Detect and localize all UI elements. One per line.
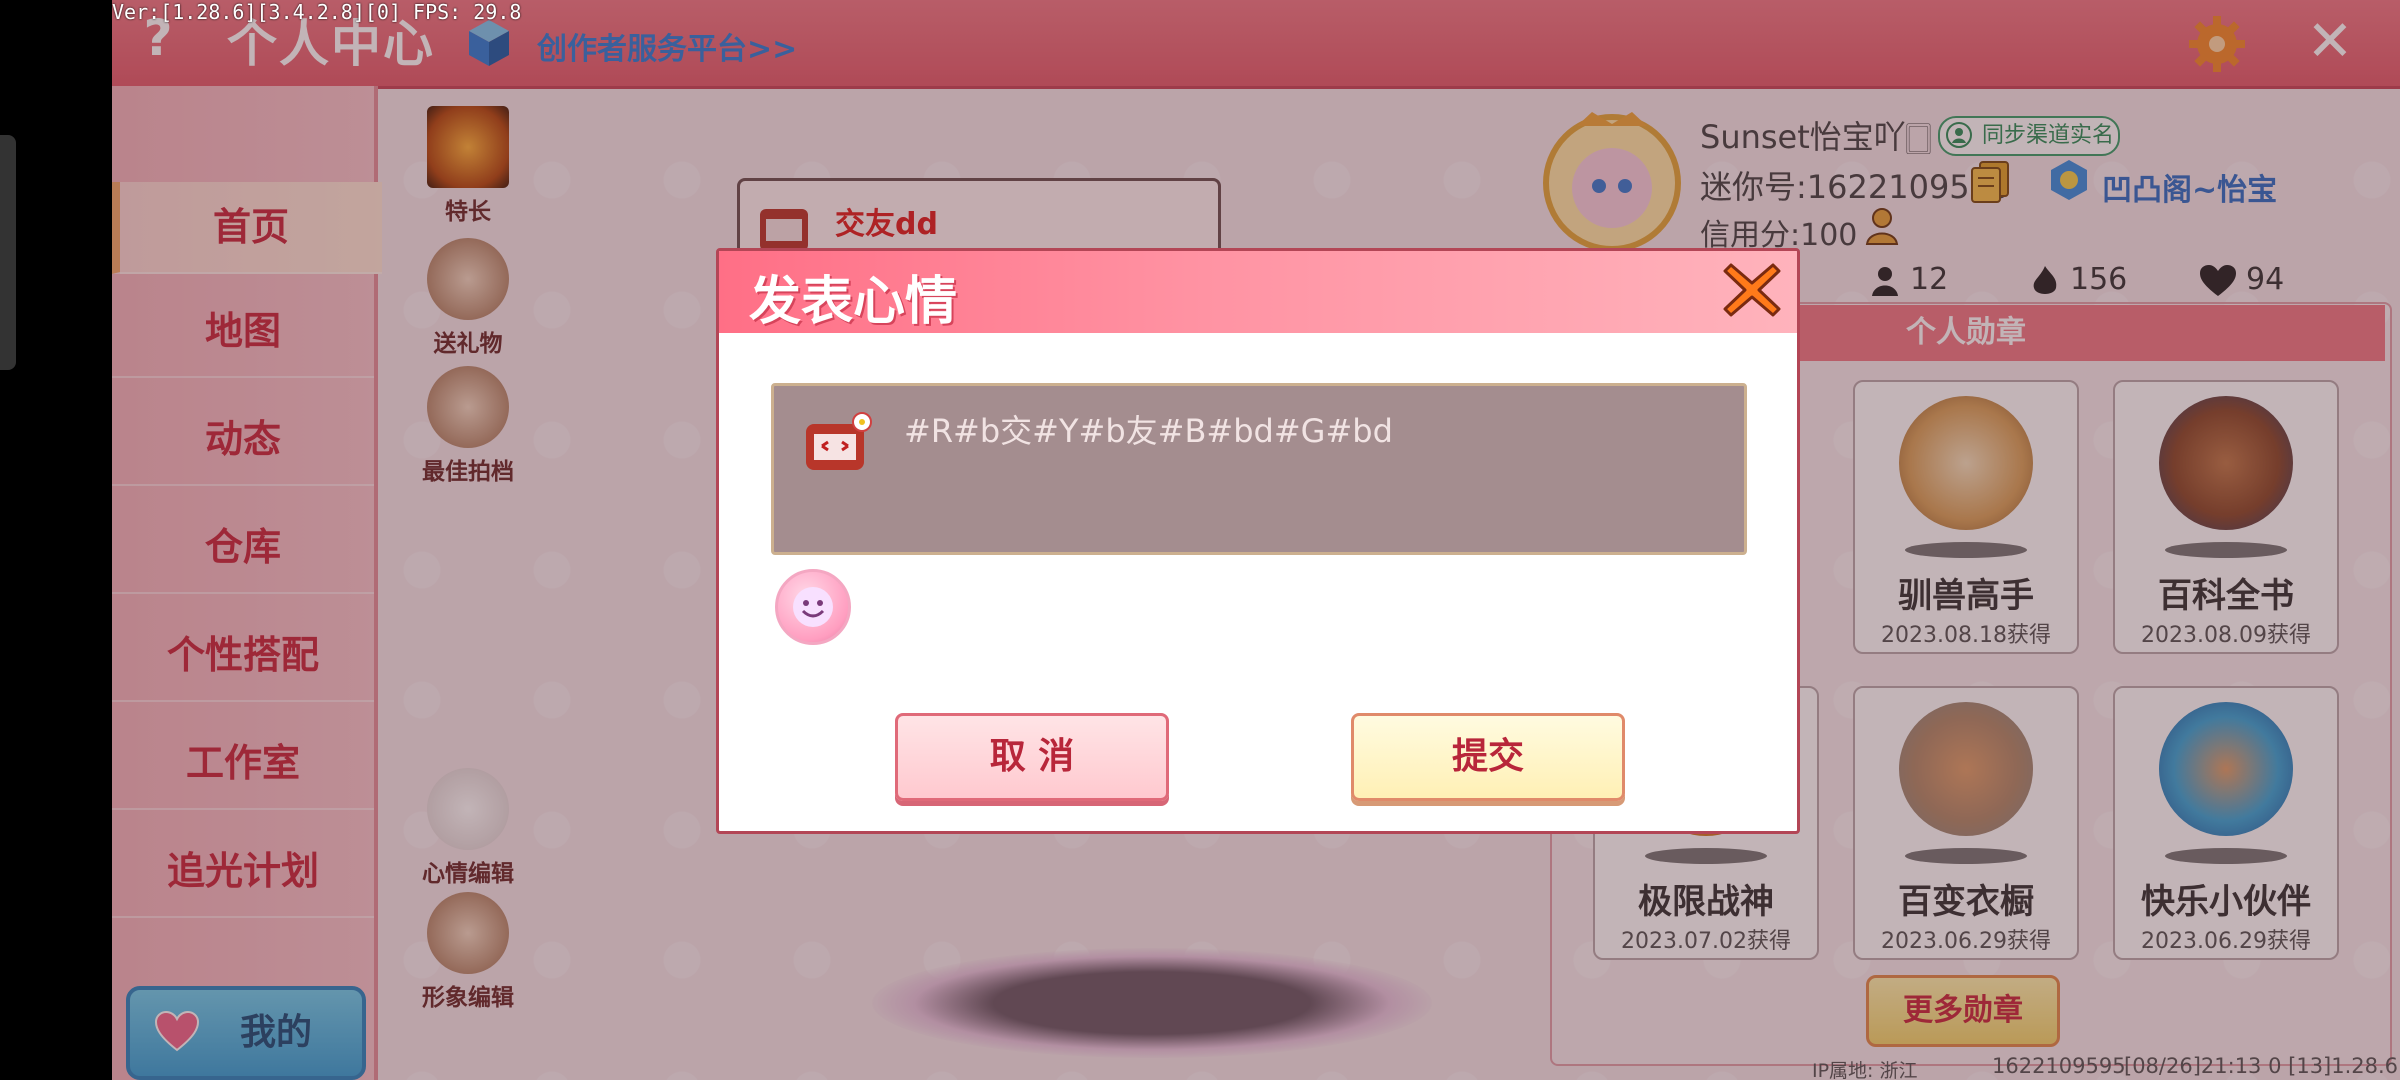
post-mood-dialog: 发表心情 #R#b交#Y#b友#B#bd#G#bd 取 消 提交: [716, 248, 1800, 834]
character-icon: [806, 412, 872, 470]
screen-edge-handle: [0, 135, 16, 370]
cancel-button[interactable]: 取 消: [895, 713, 1169, 801]
emoji-button[interactable]: [775, 569, 851, 645]
version-info: Ver:[1.28.6][3.4.2.8][0] FPS: 29.8: [112, 0, 522, 24]
mood-input-text: #R#b交#Y#b友#B#bd#G#bd: [904, 412, 1393, 450]
mood-input[interactable]: #R#b交#Y#b友#B#bd#G#bd: [771, 383, 1747, 555]
close-icon[interactable]: [1721, 259, 1783, 321]
smile-icon: [793, 587, 833, 627]
dialog-header: 发表心情: [719, 251, 1797, 333]
submit-button[interactable]: 提交: [1351, 713, 1625, 801]
dialog-title: 发表心情: [749, 272, 958, 332]
